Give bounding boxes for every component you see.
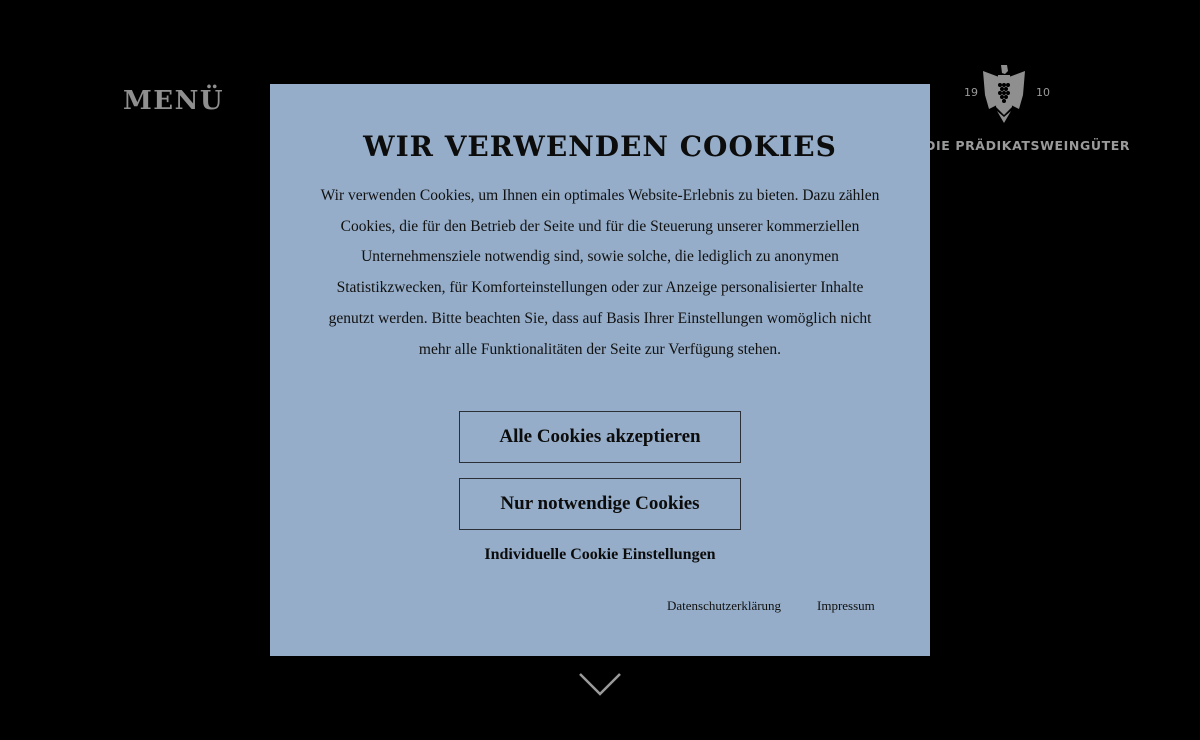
- site-logo[interactable]: 19 10 DIE PRÄDIKATSWEINGÜTER: [925, 62, 1129, 162]
- cookie-modal-title: WIR VERWENDEN COOKIES: [363, 130, 837, 163]
- necessary-cookies-button[interactable]: Nur notwendige Cookies: [459, 478, 741, 530]
- cookie-consent-modal: WIR VERWENDEN COOKIES Wir verwenden Cook…: [270, 84, 930, 656]
- logo-year-right: 10: [1036, 86, 1050, 99]
- privacy-policy-link[interactable]: Datenschutzerklärung: [667, 598, 781, 614]
- chevron-down-icon[interactable]: [578, 671, 622, 697]
- individual-cookie-settings-link[interactable]: Individuelle Cookie Einstellungen: [270, 546, 930, 564]
- cookie-modal-text: Wir verwenden Cookies, um Ihnen ein opti…: [320, 187, 880, 358]
- imprint-link[interactable]: Impressum: [817, 598, 875, 614]
- eagle-grapes-icon: [983, 65, 1025, 123]
- accept-all-cookies-button[interactable]: Alle Cookies akzeptieren: [459, 411, 741, 463]
- logo-name: DIE PRÄDIKATSWEINGÜTER: [925, 138, 1131, 153]
- logo-year-left: 19: [964, 86, 978, 99]
- menu-button[interactable]: MENÜ: [123, 86, 224, 116]
